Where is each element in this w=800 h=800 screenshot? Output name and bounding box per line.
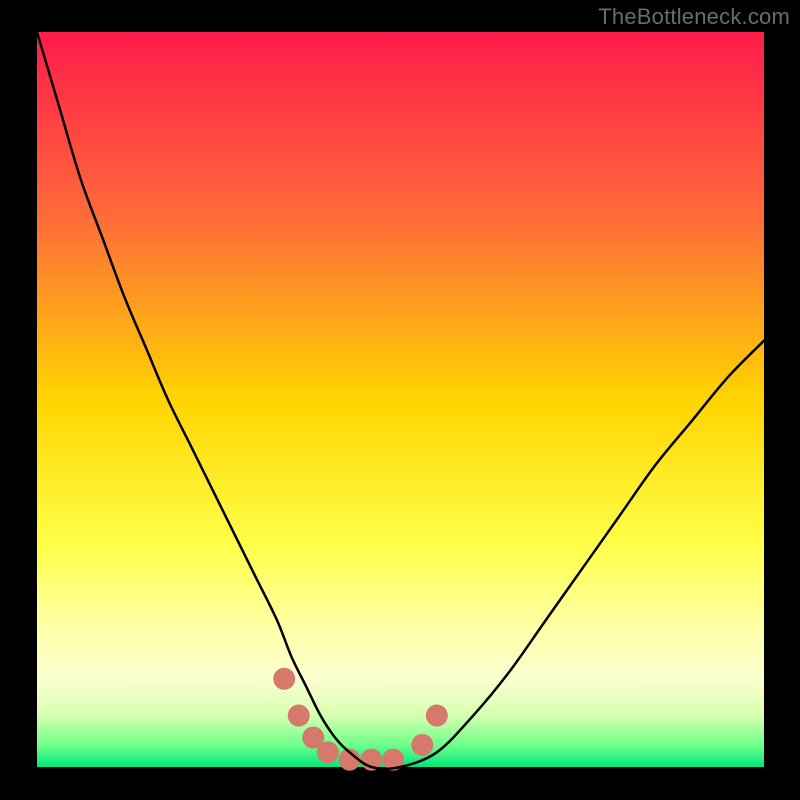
- plot-background: [37, 32, 764, 767]
- highlight-dot: [411, 734, 433, 756]
- highlight-dot: [317, 741, 339, 763]
- highlight-dot: [288, 705, 310, 727]
- highlight-dot: [426, 705, 448, 727]
- bottleneck-chart: [0, 0, 800, 800]
- chart-frame: TheBottleneck.com: [0, 0, 800, 800]
- highlight-dot: [273, 668, 295, 690]
